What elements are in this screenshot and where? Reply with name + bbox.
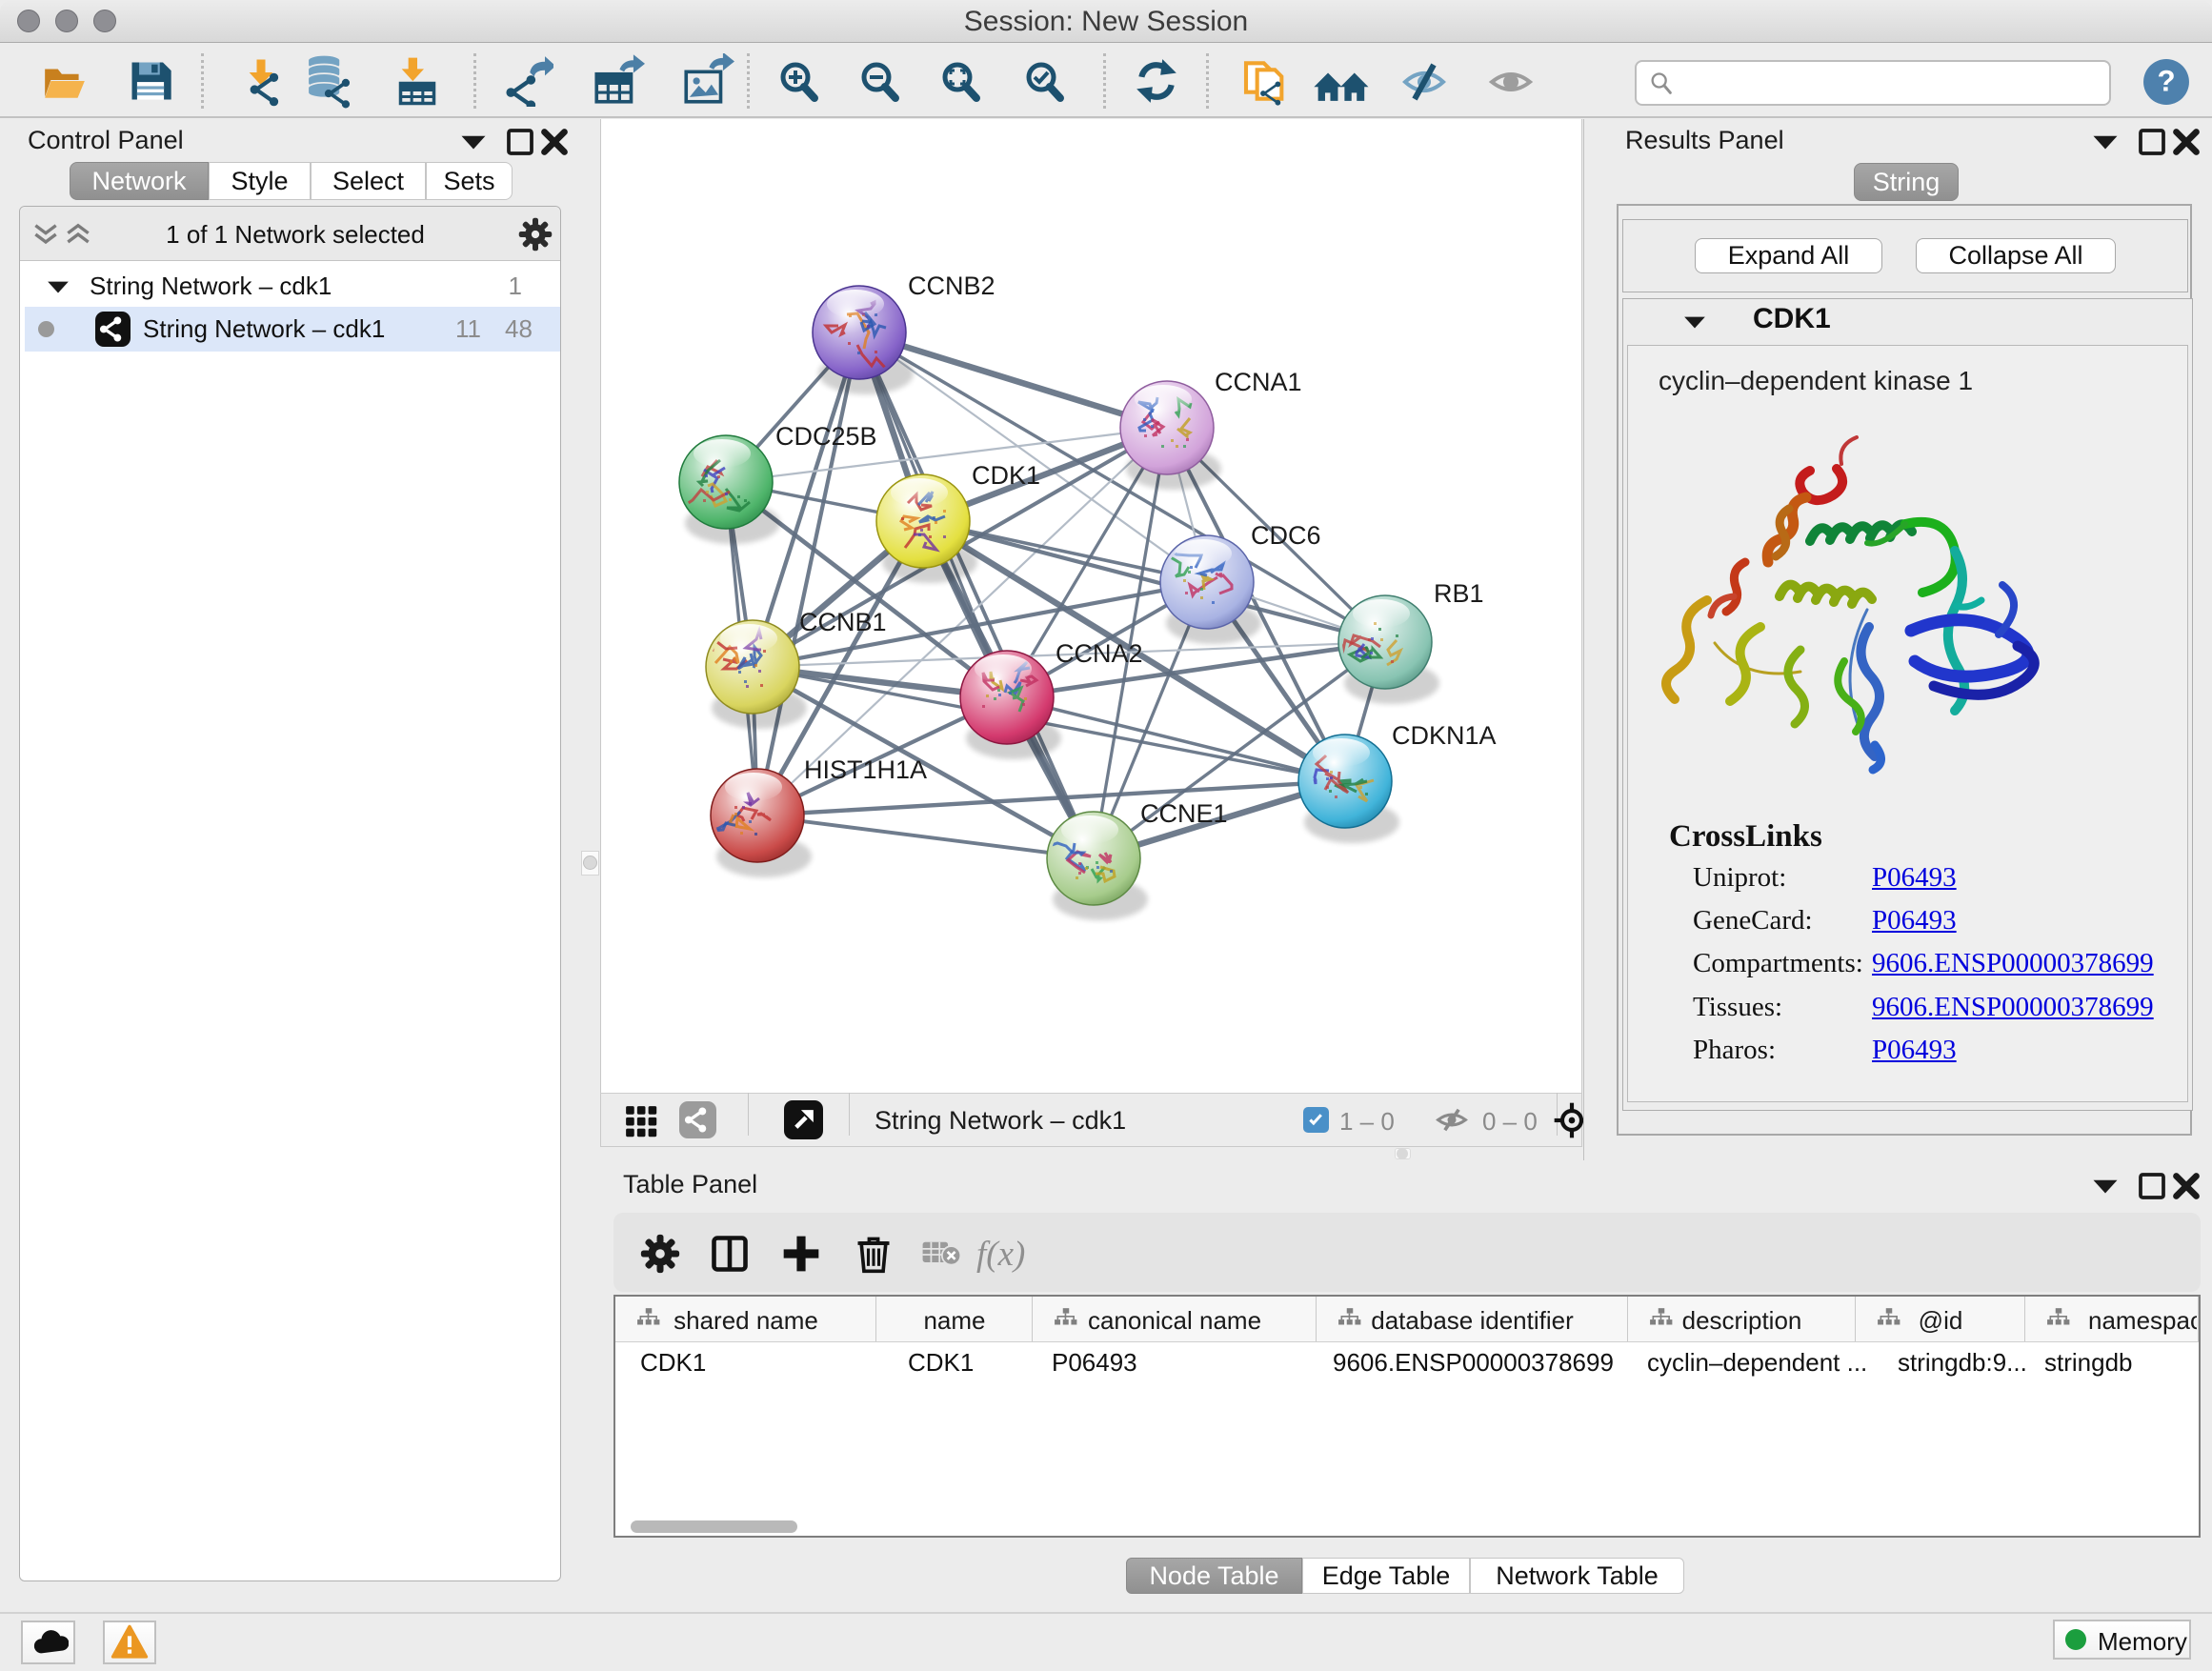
svg-text:RB1: RB1 (1434, 579, 1484, 608)
svg-text:CCNA1: CCNA1 (1215, 368, 1302, 396)
svg-text:CDC6: CDC6 (1251, 521, 1321, 550)
svg-text:CCNB1: CCNB1 (799, 608, 887, 636)
svg-text:CCNB2: CCNB2 (908, 272, 995, 300)
svg-text:CCNA2: CCNA2 (1056, 639, 1143, 668)
svg-text:CDK1: CDK1 (972, 461, 1040, 490)
svg-text:CDKN1A: CDKN1A (1392, 721, 1497, 750)
svg-text:?: ? (2157, 64, 2175, 97)
svg-text:CCNE1: CCNE1 (1140, 799, 1228, 828)
svg-text:CDC25B: CDC25B (775, 422, 877, 451)
svg-text:HIST1H1A: HIST1H1A (804, 755, 927, 784)
